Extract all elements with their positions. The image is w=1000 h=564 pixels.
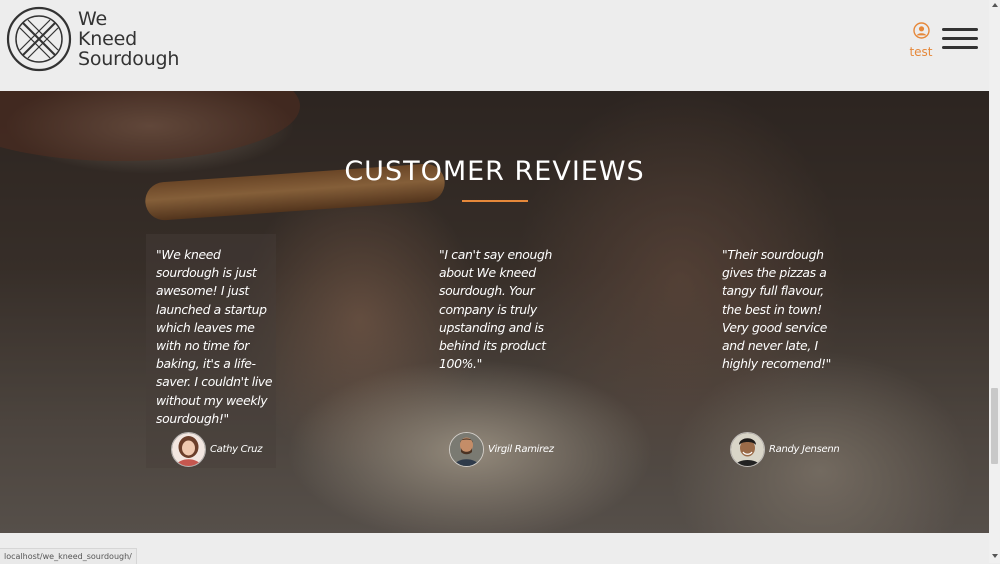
scroll-up-icon[interactable]: [992, 3, 998, 7]
reviewer-photo-icon: [450, 432, 483, 466]
title-divider: [462, 200, 528, 202]
account-label: test: [909, 45, 933, 59]
hamburger-menu-button[interactable]: [942, 28, 978, 50]
review-quote: "I can't say enough about We kneed sourd…: [439, 247, 553, 372]
reviewer: Virgil Ramirez: [449, 431, 554, 467]
brand-name-line1: We: [78, 8, 107, 30]
logo-mark-icon: [6, 6, 72, 72]
reviewer-name: Cathy Cruz: [210, 443, 263, 455]
reviewer-photo-icon: [172, 432, 205, 466]
reviewer: Randy Jensenn: [730, 431, 840, 467]
page-scrollbar[interactable]: [989, 0, 1000, 563]
reviewer-name: Virgil Ramirez: [488, 443, 554, 455]
brand-name-line2: Kneed: [78, 28, 137, 50]
brand-logo[interactable]: We Kneed Sourdough: [6, 6, 179, 72]
reviewer-photo-icon: [731, 432, 764, 466]
brand-name-line3: Sourdough: [78, 48, 180, 70]
site-header: We Kneed Sourdough test: [0, 0, 989, 91]
avatar: [449, 431, 484, 467]
account-button[interactable]: test: [904, 22, 938, 59]
hamburger-menu-icon-bar: [942, 37, 978, 40]
avatar: [171, 431, 206, 467]
user-circle-icon: [912, 22, 930, 39]
reviewer: Cathy Cruz: [171, 431, 263, 467]
reviewer-name: Randy Jensenn: [769, 443, 840, 455]
section-title: CUSTOMER REVIEWS: [344, 156, 645, 187]
scrollbar-thumb[interactable]: [991, 388, 998, 464]
avatar: [730, 431, 765, 467]
brand-name: We Kneed Sourdough: [78, 9, 179, 69]
scroll-down-icon[interactable]: [992, 554, 998, 558]
hamburger-menu-icon-bar: [942, 46, 978, 49]
review-quote: "We kneed sourdough is just awesome! I j…: [156, 247, 273, 426]
browser-status-url: localhost/we_kneed_sourdough/: [0, 548, 137, 564]
review-quote: "Their sourdough gives the pizzas a tang…: [722, 247, 831, 372]
hamburger-menu-icon-bar: [942, 28, 978, 31]
